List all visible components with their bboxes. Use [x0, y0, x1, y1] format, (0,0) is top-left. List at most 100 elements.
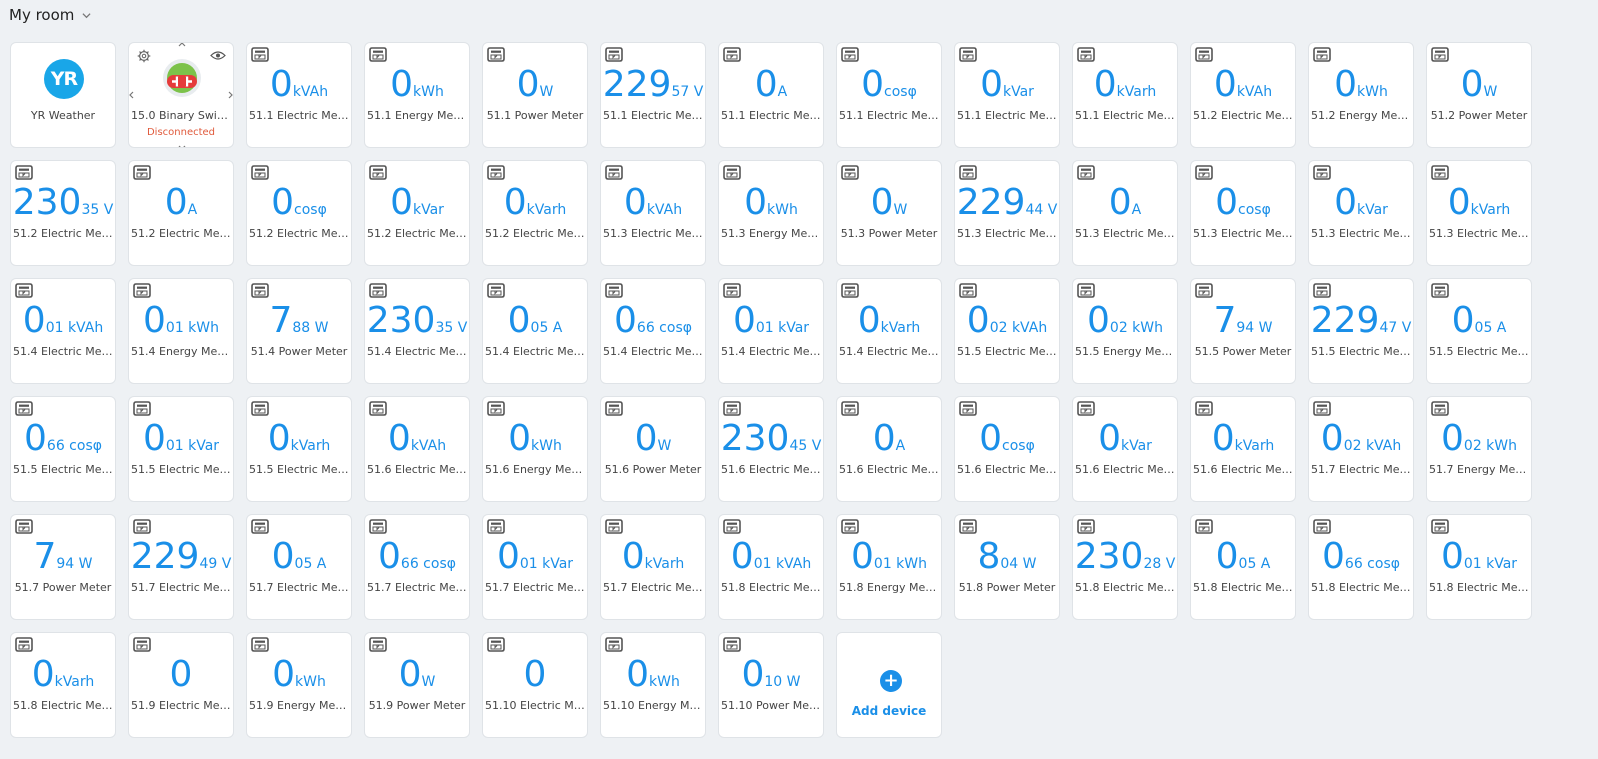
meter-tile[interactable]: 0kVAh 51.6 Electric Meter — [364, 396, 470, 502]
weather-tile[interactable]: YR YR Weather — [10, 42, 116, 148]
meter-tile[interactable]: 010 W 51.10 Power Meter — [718, 632, 824, 738]
meter-tile[interactable]: 001 kVAh 51.8 Electric Meter — [718, 514, 824, 620]
meter-tile[interactable]: 0kVAh 51.1 Electric Meter — [246, 42, 352, 148]
meter-tile[interactable]: 0kVarh 51.1 Electric Meter — [1072, 42, 1178, 148]
meter-tile[interactable]: 0kWh 51.10 Energy Met... — [600, 632, 706, 738]
meter-value: 0kVarh — [837, 301, 941, 348]
meter-tile[interactable]: 0kWh 51.2 Energy Meter — [1308, 42, 1414, 148]
meter-tile[interactable]: 0kVarh 51.6 Electric Meter — [1190, 396, 1296, 502]
meter-tile[interactable]: 0kVar 51.2 Electric Meter — [364, 160, 470, 266]
chevron-up-icon[interactable] — [178, 42, 186, 48]
device-label: 51.6 Power Meter — [604, 463, 702, 476]
meter-icon — [1431, 401, 1449, 416]
meter-tile[interactable]: 23028 V 51.8 Electric Meter — [1072, 514, 1178, 620]
meter-tile[interactable]: 001 kVAh 51.4 Electric Meter — [10, 278, 116, 384]
meter-tile[interactable]: 788 W 51.4 Power Meter — [246, 278, 352, 384]
meter-tile[interactable]: 005 A 51.5 Electric Meter — [1426, 278, 1532, 384]
meter-tile[interactable]: 001 kVar 51.4 Electric Meter — [718, 278, 824, 384]
meter-tile[interactable]: 0W 51.6 Power Meter — [600, 396, 706, 502]
meter-icon — [723, 165, 741, 180]
meter-tile[interactable]: 0kVar 51.1 Electric Meter — [954, 42, 1060, 148]
device-label: 51.5 Power Meter — [1194, 345, 1292, 358]
meter-tile[interactable]: 0 51.9 Electric Meter — [128, 632, 234, 738]
meter-value-unit: kWh — [531, 438, 562, 454]
meter-tile[interactable]: 23035 V 51.4 Electric Meter — [364, 278, 470, 384]
meter-value: 804 W — [955, 537, 1059, 584]
meter-tile[interactable]: 22947 V 51.5 Electric Meter — [1308, 278, 1414, 384]
meter-tile[interactable]: 0A 51.3 Electric Meter — [1072, 160, 1178, 266]
meter-value: 0A — [837, 419, 941, 466]
meter-value-number: 229 — [130, 536, 200, 577]
meter-tile[interactable]: 005 A 51.7 Electric Meter — [246, 514, 352, 620]
meter-tile[interactable]: 22957 V 51.1 Electric Meter — [600, 42, 706, 148]
eye-icon[interactable] — [210, 50, 226, 61]
meter-tile[interactable]: 0W 51.9 Power Meter — [364, 632, 470, 738]
meter-tile[interactable]: 005 A 51.8 Electric Meter — [1190, 514, 1296, 620]
meter-tile[interactable]: 23045 V 51.6 Electric Meter — [718, 396, 824, 502]
meter-tile[interactable]: 0A 51.6 Electric Meter — [836, 396, 942, 502]
meter-tile[interactable]: 002 kVAh 51.5 Electric Meter — [954, 278, 1060, 384]
meter-icon — [1313, 165, 1331, 180]
gear-icon[interactable] — [137, 49, 151, 63]
meter-icon — [1431, 283, 1449, 298]
meter-tile[interactable]: 0cosφ 51.6 Electric Meter — [954, 396, 1060, 502]
meter-tile[interactable]: 0kVarh 51.7 Electric Meter — [600, 514, 706, 620]
meter-tile[interactable]: 0kVarh 51.8 Electric Meter — [10, 632, 116, 738]
meter-tile[interactable]: 23035 V 51.2 Electric Meter — [10, 160, 116, 266]
meter-tile[interactable]: 0kVarh 51.5 Electric Meter — [246, 396, 352, 502]
meter-tile[interactable]: 0kVar 51.6 Electric Meter — [1072, 396, 1178, 502]
add-device-tile[interactable]: + Add device — [836, 632, 942, 738]
meter-tile[interactable]: 066 cosφ 51.7 Electric Meter — [364, 514, 470, 620]
device-label: 51.8 Energy Meter — [839, 581, 939, 594]
meter-tile[interactable]: 0kVarh 51.4 Electric Meter — [836, 278, 942, 384]
meter-tile[interactable]: 794 W 51.5 Power Meter — [1190, 278, 1296, 384]
meter-tile[interactable]: 0 51.10 Electric Me... — [482, 632, 588, 738]
room-selector[interactable]: My room — [9, 4, 91, 26]
meter-tile[interactable]: 002 kWh 51.5 Energy Meter — [1072, 278, 1178, 384]
meter-tile[interactable]: 001 kVar 51.5 Electric Meter — [128, 396, 234, 502]
meter-tile[interactable]: 002 kWh 51.7 Energy Meter — [1426, 396, 1532, 502]
meter-value-number: 0 — [271, 536, 295, 577]
meter-tile[interactable]: 804 W 51.8 Power Meter — [954, 514, 1060, 620]
chevron-right-icon[interactable] — [227, 91, 234, 99]
meter-value: 002 kWh — [1427, 419, 1531, 466]
meter-tile[interactable]: 0kWh 51.1 Energy Meter — [364, 42, 470, 148]
meter-value: 0W — [837, 183, 941, 230]
meter-tile[interactable]: 001 kVar 51.8 Electric Meter — [1426, 514, 1532, 620]
meter-tile[interactable]: 0W 51.3 Power Meter — [836, 160, 942, 266]
meter-tile[interactable]: 0A 51.2 Electric Meter — [128, 160, 234, 266]
meter-tile[interactable]: 0kVar 51.3 Electric Meter — [1308, 160, 1414, 266]
meter-tile[interactable]: 0cosφ 51.2 Electric Meter — [246, 160, 352, 266]
meter-tile[interactable]: 066 cosφ 51.4 Electric Meter — [600, 278, 706, 384]
meter-tile[interactable]: 0cosφ 51.3 Electric Meter — [1190, 160, 1296, 266]
meter-tile[interactable]: 001 kVar 51.7 Electric Meter — [482, 514, 588, 620]
meter-icon — [605, 47, 623, 62]
meter-tile[interactable]: 0W 51.2 Power Meter — [1426, 42, 1532, 148]
meter-tile[interactable]: 0kVAh 51.3 Electric Meter — [600, 160, 706, 266]
meter-tile[interactable]: 0kWh 51.9 Energy Meter — [246, 632, 352, 738]
meter-tile[interactable]: 0cosφ 51.1 Electric Meter — [836, 42, 942, 148]
meter-tile[interactable]: 0W 51.1 Power Meter — [482, 42, 588, 148]
meter-value-unit: kVarh — [644, 556, 685, 572]
meter-tile[interactable]: 002 kVAh 51.7 Electric Meter — [1308, 396, 1414, 502]
meter-tile[interactable]: 0kVarh 51.3 Electric Meter — [1426, 160, 1532, 266]
meter-tile[interactable]: 0kVarh 51.2 Electric Meter — [482, 160, 588, 266]
meter-tile[interactable]: 001 kWh 51.8 Energy Meter — [836, 514, 942, 620]
meter-tile[interactable]: 066 cosφ 51.8 Electric Meter — [1308, 514, 1414, 620]
meter-tile[interactable]: 005 A 51.4 Electric Meter — [482, 278, 588, 384]
meter-value: 23028 V — [1073, 537, 1177, 584]
meter-value-number: 0 — [1334, 64, 1358, 105]
device-grid: YR YR Weather 15.0 Binary Switch Disconn… — [10, 42, 1532, 738]
meter-tile[interactable]: 001 kWh 51.4 Energy Meter — [128, 278, 234, 384]
meter-tile[interactable]: 794 W 51.7 Power Meter — [10, 514, 116, 620]
chevron-down-icon[interactable] — [178, 144, 186, 148]
meter-tile[interactable]: 0kWh 51.3 Energy Meter — [718, 160, 824, 266]
meter-tile[interactable]: 066 cosφ 51.5 Electric Meter — [10, 396, 116, 502]
chevron-left-icon[interactable] — [128, 91, 135, 99]
meter-tile[interactable]: 22949 V 51.7 Electric Meter — [128, 514, 234, 620]
meter-tile[interactable]: 22944 V 51.3 Electric Meter — [954, 160, 1060, 266]
meter-tile[interactable]: 0A 51.1 Electric Meter — [718, 42, 824, 148]
meter-tile[interactable]: 0kVAh 51.2 Electric Meter — [1190, 42, 1296, 148]
meter-tile[interactable]: 0kWh 51.6 Energy Meter — [482, 396, 588, 502]
binary-switch-tile[interactable]: 15.0 Binary Switch Disconnected — [128, 42, 234, 148]
